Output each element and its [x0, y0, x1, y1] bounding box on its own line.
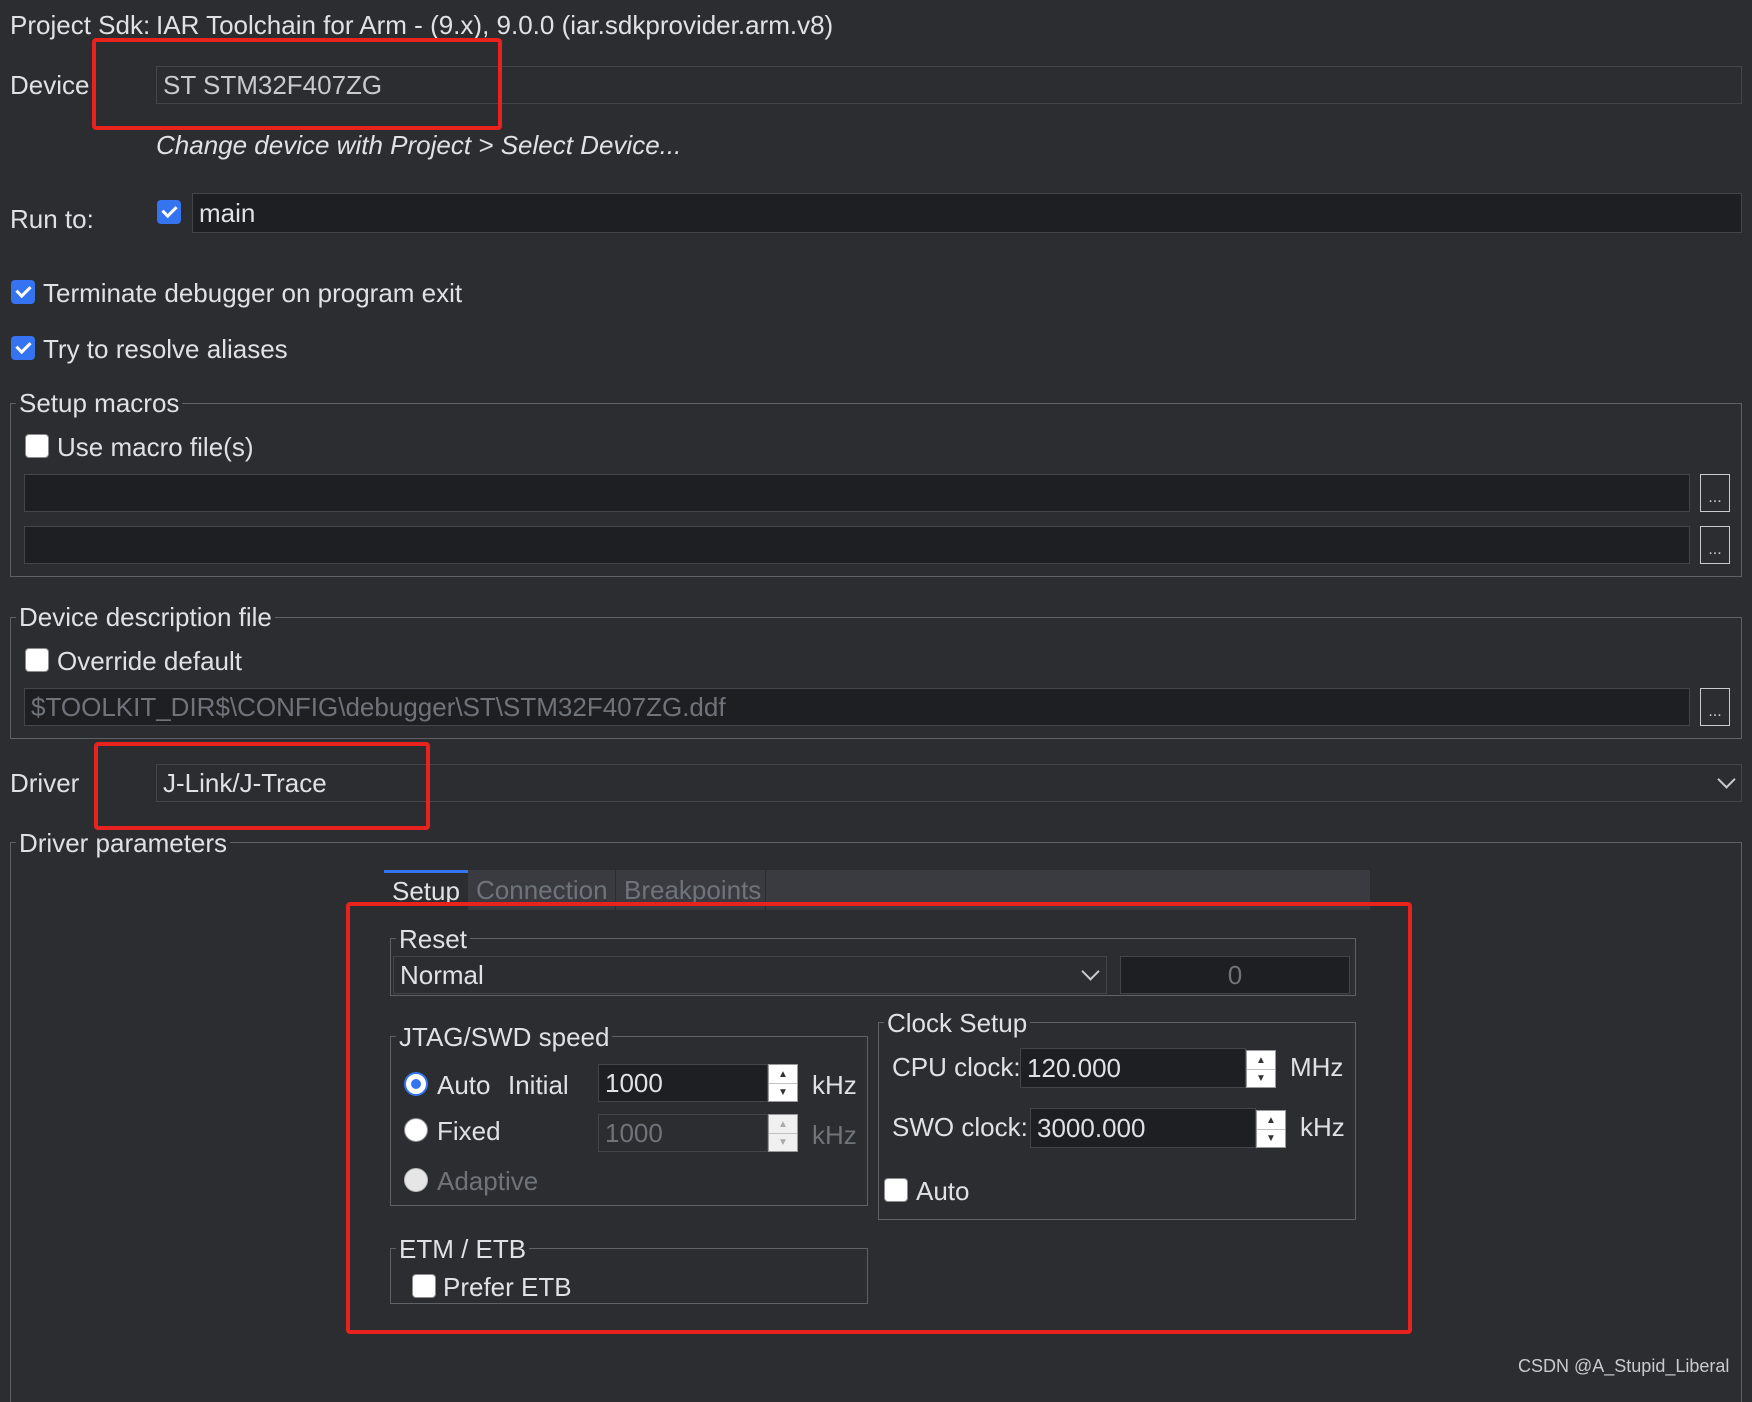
clock-setup-legend: Clock Setup [884, 1008, 1031, 1039]
spin-down-icon[interactable]: ▼ [1247, 1069, 1275, 1087]
spin-up-icon[interactable]: ▲ [1257, 1111, 1285, 1130]
device-desc-legend: Device description file [16, 602, 275, 633]
prefer-etb-label: Prefer ETB [443, 1272, 572, 1302]
tab-connection-label: Connection [476, 874, 608, 905]
terminate-label: Terminate debugger on program exit [43, 278, 463, 308]
use-macro-label: Use macro file(s) [57, 432, 254, 462]
use-macro-checkbox[interactable] [25, 434, 49, 458]
clock-auto-label: Auto [916, 1176, 970, 1206]
spin-down-icon: ▼ [778, 1136, 788, 1148]
reset-mode-select[interactable]: Normal [393, 956, 1107, 994]
cpu-clock-unit: MHz [1290, 1052, 1344, 1082]
spin-up-icon[interactable]: ▲ [769, 1065, 797, 1084]
jtag-initial-label: Initial [508, 1070, 569, 1100]
tab-breakpoints[interactable]: Breakpoints [616, 870, 766, 910]
cpu-clock-input[interactable]: 120.000 [1020, 1048, 1246, 1088]
driver-select[interactable]: J-Link/J-Trace [156, 764, 1742, 802]
ddf-browse-button: ... [1700, 688, 1730, 726]
swo-clock-spinner[interactable]: ▲ ▼ [1256, 1110, 1286, 1148]
prefer-etb-checkbox[interactable] [412, 1274, 436, 1298]
swo-clock-label: SWO clock: [892, 1112, 1028, 1142]
jtag-fixed-radio[interactable] [404, 1118, 428, 1142]
tab-connection[interactable]: Connection [468, 870, 616, 910]
run-to-label: Run to: [10, 204, 94, 234]
jtag-initial-spinner[interactable]: ▲ ▼ [768, 1064, 798, 1102]
tab-setup-label: Setup [392, 876, 460, 906]
resolve-aliases-checkbox[interactable] [11, 336, 35, 360]
device-label: Device [10, 70, 90, 100]
reset-legend: Reset [396, 924, 470, 955]
driver-params-group [10, 842, 1742, 1402]
cpu-clock-spinner[interactable]: ▲ ▼ [1246, 1050, 1276, 1088]
jtag-fixed-spinner: ▲ ▼ [768, 1114, 798, 1152]
resolve-aliases-label: Try to resolve aliases [43, 334, 288, 364]
setup-macros-legend: Setup macros [16, 388, 183, 419]
project-sdk-label: Project Sdk: [10, 10, 151, 40]
spin-up-icon: ▲ [769, 1115, 797, 1134]
spin-up-icon[interactable]: ▲ [1247, 1051, 1275, 1070]
device-field: ST STM32F407ZG [156, 66, 1742, 104]
tab-setup[interactable]: Setup [384, 870, 468, 910]
driver-params-legend: Driver parameters [16, 828, 231, 859]
jtag-initial-unit: kHz [812, 1070, 857, 1100]
driver-select-value: J-Link/J-Trace [163, 767, 327, 798]
run-to-input[interactable]: main [192, 193, 1742, 233]
jtag-auto-label: Auto [437, 1070, 491, 1100]
etm-etb-legend: ETM / ETB [396, 1234, 530, 1265]
reset-delay-input: 0 [1120, 956, 1350, 994]
watermark: CSDN @A_Stupid_Liberal [1518, 1356, 1730, 1376]
terminate-checkbox[interactable] [11, 280, 35, 304]
macro-file-2-input[interactable] [24, 526, 1690, 564]
spin-down-icon[interactable]: ▼ [1257, 1129, 1285, 1147]
spin-down-icon[interactable]: ▼ [769, 1083, 797, 1101]
jtag-fixed-label: Fixed [437, 1116, 501, 1146]
clock-auto-checkbox[interactable] [884, 1178, 908, 1202]
jtag-adaptive-radio [404, 1168, 428, 1192]
jtag-speed-legend: JTAG/SWD speed [396, 1022, 613, 1053]
jtag-initial-input[interactable]: 1000 [598, 1064, 768, 1102]
project-sdk-value: IAR Toolchain for Arm - (9.x), 9.0.0 (ia… [156, 10, 834, 40]
reset-mode-value: Normal [400, 959, 484, 990]
driver-label: Driver [10, 768, 80, 798]
tab-breakpoints-label: Breakpoints [624, 874, 762, 905]
override-default-checkbox[interactable] [25, 648, 49, 672]
jtag-fixed-unit: kHz [812, 1120, 857, 1150]
swo-clock-input[interactable]: 3000.000 [1030, 1108, 1256, 1148]
override-default-label: Override default [57, 646, 242, 676]
ddf-path-input: $TOOLKIT_DIR$\CONFIG\debugger\ST\STM32F4… [24, 688, 1690, 726]
macro-file-1-input[interactable] [24, 474, 1690, 512]
macro-file-2-browse-button[interactable]: ... [1700, 526, 1730, 564]
swo-clock-unit: kHz [1300, 1112, 1345, 1142]
cpu-clock-label: CPU clock: [892, 1052, 1021, 1082]
macro-file-1-browse-button[interactable]: ... [1700, 474, 1730, 512]
jtag-fixed-input: 1000 [598, 1114, 768, 1152]
jtag-auto-radio[interactable] [404, 1072, 428, 1096]
jtag-adaptive-label: Adaptive [437, 1166, 539, 1196]
run-to-checkbox[interactable] [157, 200, 181, 224]
device-change-hint: Change device with Project > Select Devi… [156, 130, 682, 160]
